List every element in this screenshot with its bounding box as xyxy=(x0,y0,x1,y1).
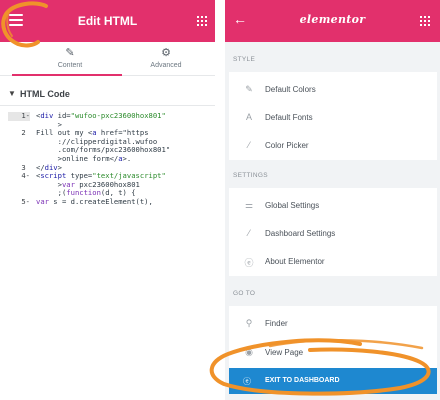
menu-item-default-fonts[interactable]: A Default Fonts xyxy=(229,104,437,132)
menu-item-view-page[interactable]: ◉ View Page xyxy=(229,339,437,367)
menu-item-finder[interactable]: ⚲ Finder xyxy=(229,310,437,338)
search-icon: ⚲ xyxy=(245,318,253,328)
menu-item-global-settings[interactable]: ⚌ Global Settings xyxy=(229,192,437,220)
panel-title: Edit HTML xyxy=(77,14,138,28)
menu-item-dashboard-settings[interactable]: ⁄ Dashboard Settings xyxy=(229,220,437,248)
pencil-icon: ✎ xyxy=(245,84,253,94)
menu-item-label: Global Settings xyxy=(265,201,320,210)
menu-item-about-elementor[interactable]: ⓔ About Elementor xyxy=(229,248,437,276)
edit-html-panel: Edit HTML ✎ Content ⚙ Advanced ▼ HTML Co… xyxy=(0,0,215,252)
panel-header: Edit HTML xyxy=(0,0,215,42)
gear-icon: ⚙ xyxy=(161,47,171,59)
elementor-icon: ⓔ xyxy=(243,377,251,386)
html-code-editor[interactable]: 1- <div id="wufoo-pxc23600hox801" >2 Fill… xyxy=(8,111,208,252)
widgets-grid-icon[interactable] xyxy=(420,16,430,26)
html-code-section-toggle[interactable]: ▼ HTML Code xyxy=(0,84,215,106)
panel-tabs: ✎ Content ⚙ Advanced xyxy=(0,42,215,76)
tab-content-label: Content xyxy=(57,62,83,69)
menu-item-label: View Page xyxy=(265,348,304,357)
active-tab-indicator xyxy=(12,74,122,76)
exit-button-label: EXIT TO DASHBOARD xyxy=(265,377,340,384)
eye-icon: ◉ xyxy=(245,347,253,357)
menu-item-default-colors[interactable]: ✎ Default Colors xyxy=(229,76,437,104)
pencil-icon: ✎ xyxy=(65,47,75,59)
code-text: var s = d.createElement(t), xyxy=(36,196,153,206)
tab-content[interactable]: ✎ Content xyxy=(16,42,124,76)
exit-to-dashboard-button[interactable]: ⓔ EXIT TO DASHBOARD xyxy=(229,368,437,394)
tab-advanced-label: Advanced xyxy=(150,62,182,69)
info-icon: ⓔ xyxy=(244,258,254,268)
elementor-logo: elementor xyxy=(299,13,366,26)
sliders-icon: ⚌ xyxy=(244,200,254,210)
caret-down-icon: ▼ xyxy=(8,89,16,98)
style-group: ✎ Default Colors A Default Fonts ⁄ Color… xyxy=(229,72,437,160)
section-divider xyxy=(0,105,215,106)
widgets-grid-icon[interactable] xyxy=(197,16,207,26)
menu-item-color-picker[interactable]: ⁄ Color Picker xyxy=(229,132,437,160)
line-number: 5- xyxy=(21,196,30,206)
settings-group: ⚌ Global Settings ⁄ Dashboard Settings ⓔ… xyxy=(229,188,437,276)
menu-item-label: Dashboard Settings xyxy=(265,229,336,238)
group-label-settings: SETTINGS xyxy=(233,172,268,179)
goto-group: ⚲ Finder ◉ View Page xyxy=(229,306,437,368)
group-label-go-to: GO TO xyxy=(233,290,256,297)
menu-item-label: Default Fonts xyxy=(265,113,313,122)
group-label-style: STYLE xyxy=(233,56,256,63)
eyedropper-icon: ⁄ xyxy=(248,140,250,150)
elementor-menu-panel: ← elementor STYLE ✎ Default Colors A Def… xyxy=(225,0,440,400)
font-icon: A xyxy=(245,112,252,122)
menu-item-label: Default Colors xyxy=(265,85,316,94)
menu-item-label: Color Picker xyxy=(265,141,309,150)
menu-item-label: About Elementor xyxy=(265,257,325,266)
code-line: 5- var s = d.createElement(t), xyxy=(8,196,208,207)
tab-advanced[interactable]: ⚙ Advanced xyxy=(118,42,214,76)
menu-header: ← elementor xyxy=(225,0,440,42)
menu-item-label: Finder xyxy=(265,319,288,328)
section-title: HTML Code xyxy=(20,89,70,99)
settings-icon: ⁄ xyxy=(248,228,250,238)
